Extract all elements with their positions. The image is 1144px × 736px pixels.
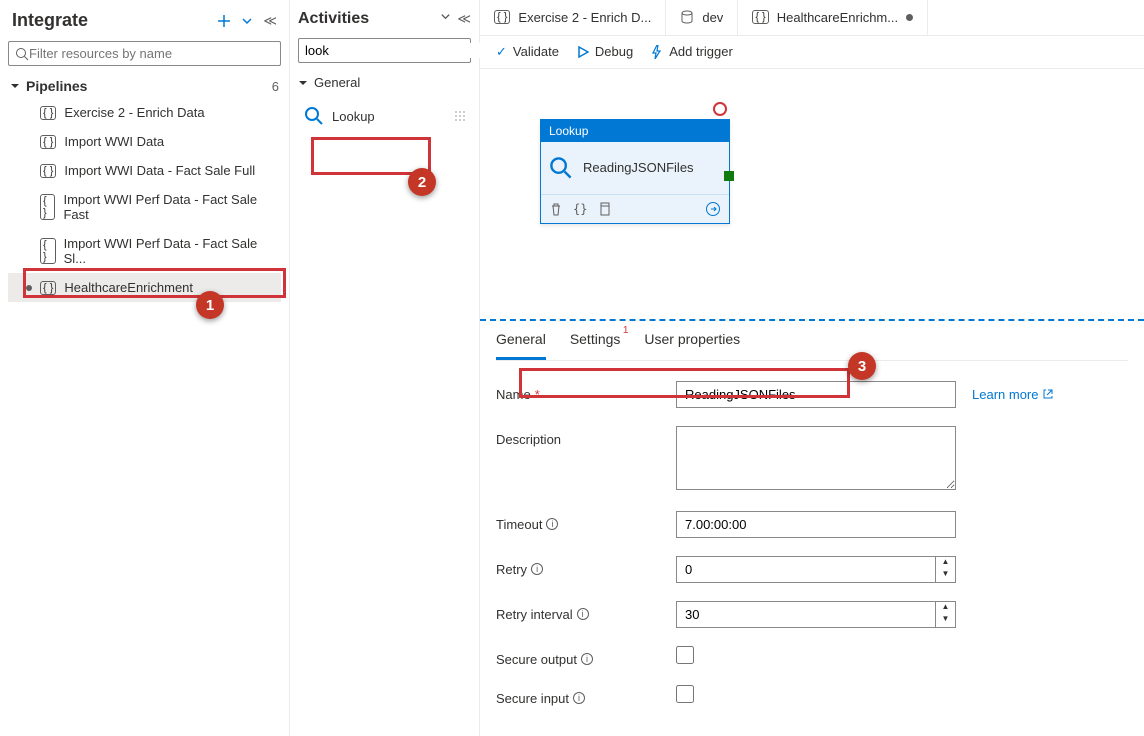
- sidebar-title: Integrate: [12, 10, 88, 31]
- pipeline-item[interactable]: Import WWI Data: [8, 127, 281, 156]
- callout-badge-2: 2: [408, 168, 436, 196]
- pipeline-item[interactable]: Import WWI Perf Data - Fact Sale Fast: [8, 185, 281, 229]
- chevron-down-icon[interactable]: [241, 15, 253, 27]
- debug-button[interactable]: Debug: [577, 44, 633, 59]
- pipeline-icon: [40, 238, 56, 264]
- retry-interval-stepper[interactable]: ▲▼: [936, 601, 956, 628]
- timeout-input[interactable]: [676, 511, 956, 538]
- name-label: Name *: [496, 381, 676, 402]
- pipelines-header[interactable]: Pipelines 6: [8, 74, 281, 98]
- play-icon: [577, 46, 589, 58]
- description-label: Description: [496, 426, 676, 447]
- tab-user-properties[interactable]: User properties: [644, 321, 740, 360]
- info-icon: i: [531, 563, 543, 575]
- info-icon: i: [577, 608, 589, 620]
- integrate-sidebar: Integrate ≪ Pipelines 6 Exercise 2 - Enr…: [0, 0, 290, 736]
- secure-output-checkbox[interactable]: [676, 646, 694, 664]
- tab-exercise2[interactable]: Exercise 2 - Enrich D...: [480, 0, 666, 35]
- required-indicator-icon: 1: [623, 325, 629, 336]
- unsaved-indicator-icon: [906, 14, 913, 21]
- search-icon: [15, 47, 29, 61]
- add-icon[interactable]: [217, 14, 231, 28]
- pipeline-item-selected[interactable]: HealthcareEnrichment: [8, 273, 281, 302]
- pipeline-icon: [40, 164, 56, 178]
- tab-healthcare[interactable]: HealthcareEnrichm...: [738, 0, 928, 35]
- pipeline-toolbar: ✓ Validate Debug Add trigger: [480, 36, 1144, 69]
- unsaved-indicator-icon: [26, 285, 32, 291]
- pipeline-icon: [40, 281, 56, 295]
- secure-output-label: Secure output i: [496, 646, 676, 667]
- code-icon[interactable]: {}: [573, 202, 587, 216]
- tab-dev[interactable]: dev: [666, 0, 738, 35]
- output-connector[interactable]: [724, 171, 734, 181]
- activity-node-lookup[interactable]: Lookup ReadingJSONFiles {}: [540, 119, 730, 224]
- info-icon: i: [573, 692, 585, 704]
- description-input[interactable]: [676, 426, 956, 490]
- grip-icon: [455, 111, 465, 121]
- resource-search[interactable]: [8, 41, 281, 66]
- activity-type-label: Lookup: [541, 120, 729, 142]
- retry-input[interactable]: [676, 556, 936, 583]
- pipeline-list: Exercise 2 - Enrich Data Import WWI Data…: [8, 98, 281, 302]
- timeout-label: Timeout i: [496, 511, 676, 532]
- caret-down-icon: [10, 81, 20, 91]
- pipeline-icon: [40, 194, 55, 220]
- secure-input-checkbox[interactable]: [676, 685, 694, 703]
- activity-lookup[interactable]: Lookup: [298, 98, 471, 134]
- activities-title: Activities: [298, 10, 369, 28]
- pipeline-canvas[interactable]: Lookup ReadingJSONFiles {}: [480, 69, 1144, 319]
- activity-search[interactable]: [298, 38, 471, 63]
- retry-interval-label: Retry interval i: [496, 601, 676, 622]
- pipeline-item[interactable]: Import WWI Data - Fact Sale Full: [8, 156, 281, 185]
- tab-general[interactable]: General: [496, 321, 546, 360]
- pipeline-icon: [40, 106, 56, 120]
- retry-stepper[interactable]: ▲▼: [936, 556, 956, 583]
- activity-group-general[interactable]: General: [298, 71, 471, 94]
- add-trigger-button[interactable]: Add trigger: [651, 44, 733, 59]
- validate-button[interactable]: ✓ Validate: [496, 44, 559, 60]
- retry-interval-input[interactable]: [676, 601, 936, 628]
- resource-search-input[interactable]: [29, 46, 274, 61]
- collapse-icon[interactable]: ≪: [457, 11, 471, 27]
- tab-settings[interactable]: Settings1: [570, 321, 621, 360]
- properties-panel: General Settings1 User properties Name *…: [480, 319, 1144, 736]
- pipeline-icon: [494, 10, 510, 24]
- callout-badge-3: 3: [848, 352, 876, 380]
- database-icon: [680, 10, 694, 24]
- activity-search-input[interactable]: [305, 43, 481, 58]
- pipeline-item[interactable]: Exercise 2 - Enrich Data: [8, 98, 281, 127]
- caret-down-icon: [298, 78, 308, 88]
- pipeline-item[interactable]: Import WWI Perf Data - Fact Sale Sl...: [8, 229, 281, 273]
- info-icon: i: [581, 653, 593, 665]
- delete-icon[interactable]: [549, 202, 563, 216]
- status-error-icon: [713, 102, 727, 116]
- activity-node-name: ReadingJSONFiles: [583, 160, 694, 175]
- copy-icon[interactable]: [597, 202, 611, 216]
- external-link-icon: [1042, 388, 1054, 400]
- collapse-icon[interactable]: ≪: [263, 13, 277, 29]
- pipeline-icon: [40, 135, 56, 149]
- trigger-icon: [651, 45, 663, 59]
- name-input[interactable]: [676, 381, 956, 408]
- editor-tabs: Exercise 2 - Enrich D... dev HealthcareE…: [480, 0, 1144, 36]
- info-icon: i: [546, 518, 558, 530]
- chevron-down-icon[interactable]: [440, 11, 451, 27]
- lookup-icon: [549, 156, 573, 180]
- learn-more-link[interactable]: Learn more: [972, 381, 1054, 402]
- lookup-icon: [304, 106, 324, 126]
- pipeline-icon: [752, 10, 768, 24]
- secure-input-label: Secure input i: [496, 685, 676, 706]
- expand-icon[interactable]: [705, 201, 721, 217]
- activities-panel: Activities ≪ General Lookup: [290, 0, 480, 736]
- retry-label: Retry i: [496, 556, 676, 577]
- main-area: Exercise 2 - Enrich D... dev HealthcareE…: [480, 0, 1144, 736]
- callout-badge-1: 1: [196, 291, 224, 319]
- check-icon: ✓: [496, 44, 507, 60]
